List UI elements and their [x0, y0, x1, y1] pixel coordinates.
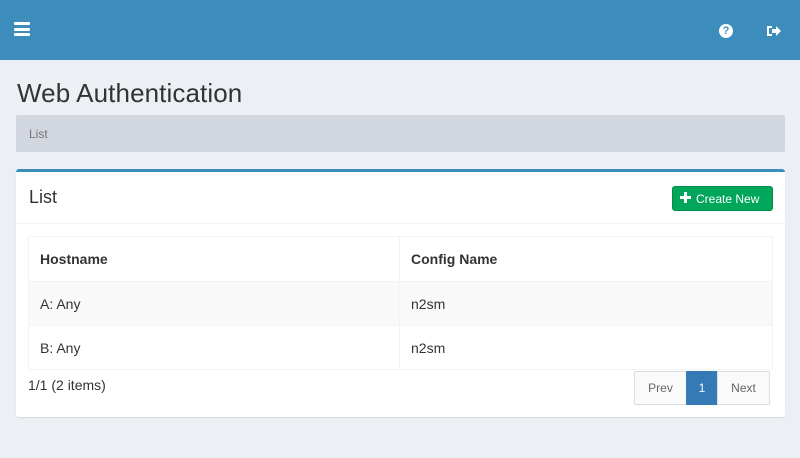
table-cell-config-name: n2sm	[399, 281, 773, 326]
box-header: List Create New	[16, 172, 785, 224]
list-box: List Create New Hostname Config Name A: …	[16, 169, 785, 417]
breadcrumb: List	[16, 115, 785, 152]
page-title: Web Authentication	[17, 78, 243, 108]
table-cell-config-name: n2sm	[399, 325, 773, 370]
data-table: Hostname Config Name A: Any n2sm B: Any …	[28, 236, 773, 370]
breadcrumb-current: List	[29, 127, 48, 141]
pagination: Prev 1 Next	[634, 371, 770, 405]
sign-out-icon[interactable]	[766, 24, 782, 38]
box-title: List	[29, 187, 58, 207]
table-row[interactable]: B: Any n2sm	[28, 325, 773, 370]
prev-page-button[interactable]: Prev	[634, 371, 687, 405]
plus-icon	[680, 192, 691, 203]
hamburger-menu-icon[interactable]	[14, 22, 30, 36]
column-header-config-name[interactable]: Config Name	[399, 236, 773, 282]
table-row[interactable]: A: Any n2sm	[28, 281, 773, 326]
pagination-summary: 1/1 (2 items)	[28, 377, 106, 393]
top-navbar: ?	[0, 0, 800, 60]
table-cell-hostname: A: Any	[28, 281, 400, 326]
table-header-row: Hostname Config Name	[28, 236, 773, 282]
create-new-button[interactable]: Create New	[672, 186, 773, 211]
page-1-button[interactable]: 1	[686, 371, 718, 405]
table-cell-hostname: B: Any	[28, 325, 400, 370]
question-circle-icon[interactable]: ?	[719, 24, 733, 38]
create-new-label: Create New	[696, 192, 760, 206]
next-page-button[interactable]: Next	[717, 371, 770, 405]
column-header-hostname[interactable]: Hostname	[28, 236, 400, 282]
